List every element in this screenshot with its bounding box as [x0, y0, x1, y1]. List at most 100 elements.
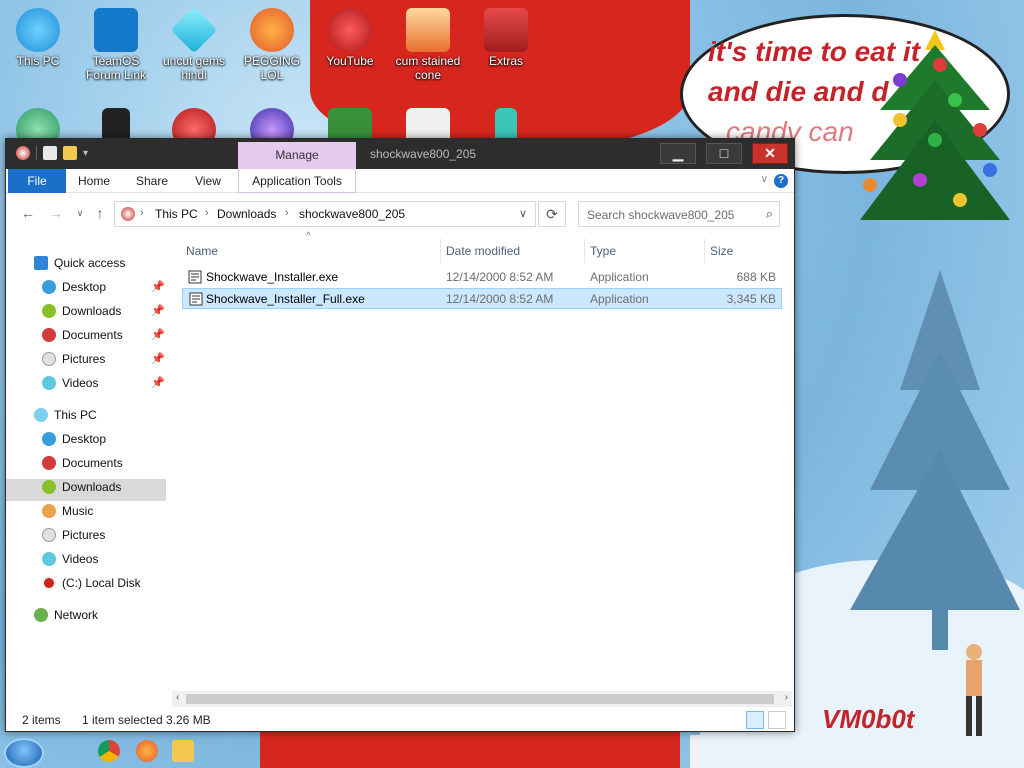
- column-divider[interactable]: [704, 239, 705, 263]
- large-icons-view-icon[interactable]: [768, 711, 786, 729]
- p-logo-icon: [250, 8, 294, 52]
- details-view-icon[interactable]: [746, 711, 764, 729]
- tab-view[interactable]: View: [184, 169, 232, 193]
- documents-icon: [42, 456, 56, 470]
- disk-icon: [42, 576, 56, 590]
- address-bar[interactable]: › This PC › Downloads › shockwave800_205…: [114, 201, 536, 227]
- breadcrumb-separator-icon: ›: [140, 207, 144, 219]
- file-list: ^ Name Date modified Type Size Shockwave…: [178, 231, 790, 691]
- folder-red-icon: [484, 8, 528, 52]
- start-button[interactable]: [4, 738, 44, 768]
- file-name: Shockwave_Installer_Full.exe: [206, 292, 365, 306]
- column-header-size[interactable]: Size: [710, 239, 780, 263]
- pin-icon[interactable]: 📌: [151, 281, 165, 293]
- downloads-icon: [42, 304, 56, 318]
- christmas-tree-icon: [860, 30, 1010, 220]
- gear-icon: [94, 8, 138, 52]
- desktop-icon-extras[interactable]: Extras: [468, 8, 544, 68]
- diamond-icon: [170, 6, 218, 54]
- pin-icon[interactable]: 📌: [151, 305, 165, 317]
- file-row[interactable]: Shockwave_Installer.exe 12/14/2000 8:52 …: [182, 267, 782, 288]
- wallpaper-santa-coat: [260, 728, 680, 768]
- pictures-icon: [42, 352, 56, 366]
- downloads-icon: [42, 480, 56, 494]
- breadcrumb-separator-icon: ›: [285, 207, 289, 219]
- file-row-selected[interactable]: Shockwave_Installer_Full.exe 12/14/2000 …: [182, 288, 782, 309]
- breadcrumb-this-pc[interactable]: This PC: [155, 207, 198, 221]
- window-title: shockwave800_205: [370, 147, 477, 161]
- cone-icon: [406, 8, 450, 52]
- file-size: 688 KB: [736, 270, 776, 284]
- close-button[interactable]: ✕: [752, 143, 788, 164]
- maximize-button[interactable]: □: [706, 143, 742, 164]
- recent-locations-icon[interactable]: ∨: [72, 205, 88, 221]
- desktop-icon-pegging[interactable]: PEGGING LOL: [234, 8, 310, 82]
- qat-dropdown-icon[interactable]: ▾: [83, 148, 88, 159]
- tab-application-tools[interactable]: Application Tools: [238, 169, 356, 193]
- horizontal-scrollbar[interactable]: ‹ ›: [172, 691, 792, 707]
- scroll-right-icon[interactable]: ›: [785, 692, 788, 703]
- desktop-icon-youtube[interactable]: YouTube: [312, 8, 388, 68]
- blue-tree-silhouette-icon: [850, 270, 1020, 650]
- file-type: Application: [590, 270, 649, 284]
- computer-icon: [16, 8, 60, 52]
- pin-icon[interactable]: 📌: [151, 353, 165, 365]
- qat-divider: [36, 146, 37, 160]
- videos-icon: [42, 376, 56, 390]
- file-explorer-icon[interactable]: [172, 740, 194, 762]
- file-date: 12/14/2000 8:52 AM: [446, 270, 554, 284]
- breadcrumb-downloads[interactable]: Downloads: [217, 207, 276, 221]
- ribbon-expand-icon[interactable]: ∨: [761, 174, 768, 185]
- chrome-icon[interactable]: [98, 740, 120, 762]
- desktop-icon-this-pc[interactable]: This PC: [0, 8, 76, 68]
- pin-icon[interactable]: 📌: [151, 329, 165, 341]
- computer-icon: [34, 408, 48, 422]
- search-input[interactable]: Search shockwave800_205 ⌕: [578, 201, 780, 227]
- file-name: Shockwave_Installer.exe: [206, 270, 339, 284]
- tab-share[interactable]: Share: [128, 169, 176, 193]
- exe-file-icon: [188, 270, 202, 284]
- location-icon: [121, 207, 135, 221]
- exe-file-icon: [189, 292, 203, 306]
- up-arrow-icon[interactable]: ↑: [92, 205, 108, 221]
- status-selected-count: 1 item selected: [82, 713, 163, 727]
- column-divider[interactable]: [584, 239, 585, 263]
- scroll-left-icon[interactable]: ‹: [176, 692, 179, 703]
- dancer-figure-icon: [966, 644, 982, 736]
- column-header-date[interactable]: Date modified: [446, 239, 582, 263]
- search-placeholder: Search shockwave800_205: [587, 208, 735, 222]
- file-date: 12/14/2000 8:52 AM: [446, 292, 554, 306]
- desktop-icon-cone[interactable]: cum stained cone: [390, 8, 466, 82]
- properties-icon[interactable]: [43, 146, 57, 160]
- column-header-type[interactable]: Type: [590, 239, 700, 263]
- column-divider[interactable]: [440, 239, 441, 263]
- tab-home[interactable]: Home: [70, 169, 118, 193]
- title-bar[interactable]: ▾ Manage shockwave800_205 ▁ □ ✕: [6, 139, 794, 169]
- breadcrumb-current-folder[interactable]: shockwave800_205: [299, 207, 405, 221]
- desktop-icon: [42, 432, 56, 446]
- column-header-name[interactable]: Name: [186, 239, 436, 263]
- forward-arrow-icon[interactable]: →: [48, 205, 64, 221]
- firefox-icon[interactable]: [136, 740, 158, 762]
- app-menu-icon[interactable]: [16, 146, 30, 160]
- tab-file[interactable]: File: [8, 169, 66, 193]
- help-icon[interactable]: ?: [774, 174, 788, 188]
- desktop-icon-teamos[interactable]: TeamOS Forum Link: [78, 8, 154, 82]
- refresh-button[interactable]: ⟳: [538, 201, 566, 227]
- scrollbar-thumb[interactable]: [186, 694, 774, 704]
- videos-icon: [42, 552, 56, 566]
- minimize-button[interactable]: ▁: [660, 143, 696, 164]
- back-arrow-icon[interactable]: ←: [20, 205, 36, 221]
- pin-icon[interactable]: 📌: [151, 377, 165, 389]
- documents-icon: [42, 328, 56, 342]
- desktop-icon: [42, 280, 56, 294]
- breadcrumb-separator-icon: ›: [205, 207, 209, 219]
- address-dropdown-icon[interactable]: ∨: [519, 207, 527, 220]
- star-icon: [34, 256, 48, 270]
- status-selected-size: 3.26 MB: [166, 713, 211, 727]
- angry-bird-icon: [328, 8, 372, 52]
- new-folder-icon[interactable]: [63, 146, 77, 160]
- desktop-icon-uncut-gems[interactable]: uncut gems hindi: [156, 6, 232, 82]
- file-type: Application: [590, 292, 649, 306]
- tab-manage[interactable]: Manage: [238, 142, 356, 169]
